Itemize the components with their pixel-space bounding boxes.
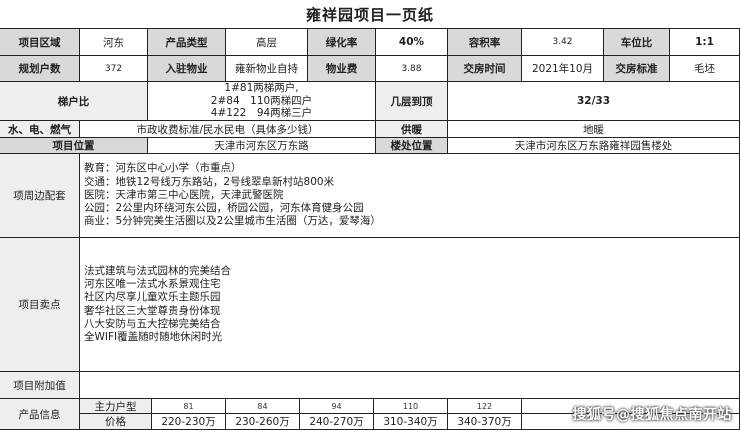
elevator-line: 4#122 94两梯三户 bbox=[210, 107, 313, 120]
location-value: 天津市河东区万东路 bbox=[148, 138, 376, 154]
floors-value: 32/33 bbox=[448, 82, 740, 121]
households-label: 规划户数 bbox=[0, 56, 80, 82]
utilities-value: 市政收费标准/民水民电（具体多少钱） bbox=[80, 121, 376, 138]
sales-office-value: 天津市河东区万东路雍祥园售楼处 bbox=[448, 138, 740, 154]
floors-label: 几层到顶 bbox=[376, 82, 448, 121]
selling-point: 全WIFI覆盖随时随地休闲时光 bbox=[84, 330, 223, 343]
unit-size: 84 bbox=[226, 399, 300, 414]
surroundings-line: 公园：2公里内环绕河东公园，桥园公园，河东体育健身公园 bbox=[84, 202, 364, 215]
selling-points-value: 法式建筑与法式园林的完美结合 河东区唯一法式水系景观住宅 社区内尽享儿童欢乐主题… bbox=[80, 238, 740, 372]
property-label: 入驻物业 bbox=[148, 56, 226, 82]
unit-size: 81 bbox=[152, 399, 226, 414]
unit-type-label: 主力户型 bbox=[80, 399, 152, 414]
parking-label: 车位比 bbox=[604, 29, 670, 56]
location-label: 项目位置 bbox=[0, 138, 148, 154]
type-label: 产品类型 bbox=[148, 29, 226, 56]
added-value-label: 项目附加值 bbox=[0, 372, 80, 399]
elevator-line: 1#81两梯两户, bbox=[224, 82, 299, 95]
green-label: 绿化率 bbox=[308, 29, 376, 56]
parking-value: 1:1 bbox=[670, 29, 740, 56]
heating-label: 供暖 bbox=[376, 121, 448, 138]
unit-size: 94 bbox=[300, 399, 374, 414]
selling-point: 社区内尽享儿童欢乐主题乐园 bbox=[84, 291, 221, 304]
sales-office-label: 楼处位置 bbox=[376, 138, 448, 154]
heating-value: 地暖 bbox=[448, 121, 740, 138]
area-value: 河东 bbox=[80, 29, 148, 56]
selling-point: 八大安防与五大控梯完美结合 bbox=[84, 317, 221, 330]
elevator-value: 1#81两梯两户, 2#84 110两梯四户 4#122 94两梯三户 bbox=[148, 82, 376, 121]
delivery-label: 交房时间 bbox=[448, 56, 522, 82]
products-label: 产品信息 bbox=[0, 399, 80, 430]
elevator-line: 2#84 110两梯四户 bbox=[210, 94, 313, 107]
far-value: 3.42 bbox=[522, 29, 604, 56]
selling-points-label: 项目卖点 bbox=[0, 238, 80, 372]
type-value: 高层 bbox=[226, 29, 308, 56]
surroundings-line: 交通：地铁12号线万东路站，2号线翠阜新村站800米 bbox=[84, 175, 335, 188]
unit-price: 240-270万 bbox=[300, 414, 374, 430]
selling-point: 奢华社区三大堂尊贵身份体现 bbox=[84, 304, 221, 317]
page-title: 雍祥园项目一页纸 bbox=[0, 0, 740, 29]
far-label: 容积率 bbox=[448, 29, 522, 56]
unit-price: 230-260万 bbox=[226, 414, 300, 430]
elevator-label: 梯户比 bbox=[0, 82, 148, 121]
households-value: 372 bbox=[80, 56, 148, 82]
unit-price: 310-340万 bbox=[374, 414, 448, 430]
selling-point: 法式建筑与法式园林的完美结合 bbox=[84, 264, 231, 277]
unit-size: 122 bbox=[448, 399, 522, 414]
price-label: 价格 bbox=[80, 414, 152, 430]
property-value: 雍新物业自持 bbox=[226, 56, 308, 82]
watermark: 搜狐号@搜狐焦点南开站 bbox=[572, 407, 732, 423]
fee-label: 物业费 bbox=[308, 56, 376, 82]
area-label: 项目区域 bbox=[0, 29, 80, 56]
one-page-sheet: 雍祥园项目一页纸 项目区域 河东 产品类型 高层 绿化率 40% 容积率 3.4… bbox=[0, 0, 740, 430]
delivery-value: 2021年10月 bbox=[522, 56, 604, 82]
selling-point: 河东区唯一法式水系景观住宅 bbox=[84, 278, 221, 291]
utilities-label: 水、电、燃气 bbox=[0, 121, 80, 138]
unit-size: 110 bbox=[374, 399, 448, 414]
unit-price: 340-370万 bbox=[448, 414, 522, 430]
standard-label: 交房标准 bbox=[604, 56, 670, 82]
green-value: 40% bbox=[376, 29, 448, 56]
added-value-value bbox=[80, 372, 740, 399]
fee-value: 3.88 bbox=[376, 56, 448, 82]
surroundings-value: 教育：河东区中心小学（市重点） 交通：地铁12号线万东路站，2号线翠阜新村站80… bbox=[80, 154, 740, 238]
surroundings-line: 教育：河东区中心小学（市重点） bbox=[84, 162, 242, 175]
surroundings-line: 医院：天津市第三中心医院，天津武警医院 bbox=[84, 188, 284, 201]
surroundings-line: 商业：5分钟完美生活圈以及2公里城市生活圈（万达，爱琴海） bbox=[84, 215, 381, 228]
standard-value: 毛坯 bbox=[670, 56, 740, 82]
surroundings-label: 项周边配套 bbox=[0, 154, 80, 238]
unit-price: 220-230万 bbox=[152, 414, 226, 430]
